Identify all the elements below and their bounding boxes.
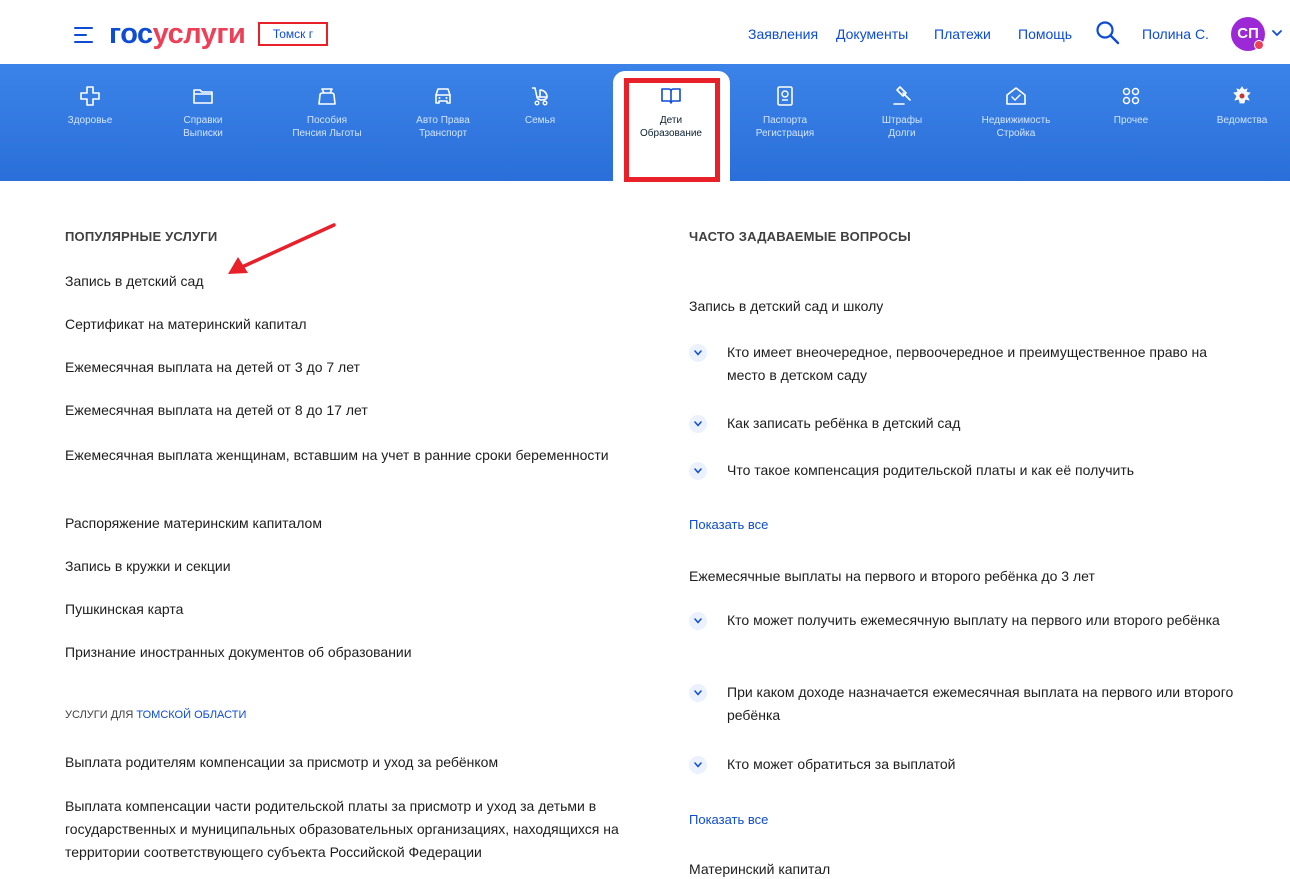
gosuslugi-logo[interactable]: госуслуги (109, 15, 246, 53)
service-capital-disposal[interactable]: Распоряжение материнским капиталом (65, 512, 625, 535)
faq-question[interactable]: Кто может обратиться за выплатой (689, 753, 1249, 776)
service-payment-8-17[interactable]: Ежемесячная выплата на детей от 8 до 17 … (65, 399, 625, 422)
user-name[interactable]: Полина С. (1142, 26, 1209, 42)
faq-question[interactable]: При каком доходе назначается ежемесячная… (689, 681, 1249, 727)
nav-payments[interactable]: Платежи (934, 26, 991, 42)
category-real-estate[interactable]: Недвижимость Стройка (966, 84, 1066, 140)
search-icon[interactable] (1095, 20, 1121, 46)
service-pushkin-card[interactable]: Пушкинская карта (65, 598, 625, 621)
service-foreign-docs[interactable]: Признание иностранных документов об обра… (65, 641, 625, 664)
service-payment-pregnancy[interactable]: Ежемесячная выплата женщинам, вставшим н… (65, 444, 625, 467)
faq-question[interactable]: Кто имеет внеочередное, первоочередное и… (689, 341, 1249, 387)
grid-icon (1122, 87, 1140, 105)
notification-dot (1254, 40, 1264, 50)
faq-question[interactable]: Что такое компенсация родительской платы… (689, 459, 1249, 482)
annotation-arrow (228, 223, 336, 274)
menu-icon[interactable] (74, 27, 93, 43)
chevron-down-icon[interactable] (1271, 28, 1283, 38)
show-all-link[interactable]: Показать все (689, 517, 768, 532)
chevron-down-icon[interactable] (689, 684, 707, 702)
regional-services-title: УСЛУГИ ДЛЯ ТОМСКОЙ ОБЛАСТИ (65, 709, 247, 721)
category-health[interactable]: Здоровье (40, 84, 140, 127)
top-header: госуслуги Томск г Заявления Документы Пл… (0, 0, 1290, 64)
service-clubs[interactable]: Запись в кружки и секции (65, 555, 625, 578)
faq-question[interactable]: Как записать ребёнка в детский сад (689, 412, 1249, 435)
chevron-down-icon[interactable] (689, 462, 707, 480)
service-kindergarten[interactable]: Запись в детский сад (65, 270, 625, 293)
nav-help[interactable]: Помощь (1018, 26, 1072, 42)
car-icon (435, 88, 451, 104)
category-children-education[interactable]: Дети Образование (621, 84, 721, 140)
faq-question[interactable]: Кто может получить ежемесячную выплату н… (689, 609, 1249, 632)
chevron-down-icon[interactable] (689, 612, 707, 630)
medical-cross-icon (80, 86, 100, 106)
folder-icon (193, 89, 213, 104)
wallet-icon (318, 88, 336, 105)
book-icon (661, 88, 681, 104)
service-payment-3-7[interactable]: Ежемесячная выплата на детей от 3 до 7 л… (65, 356, 625, 379)
show-all-link[interactable]: Показать все (689, 812, 768, 827)
category-other[interactable]: Прочее (1081, 84, 1181, 127)
category-benefits[interactable]: Пособия Пенсия Льготы (277, 84, 377, 140)
faq-group-monthly-payments: Ежемесячные выплаты на первого и второго… (689, 568, 1095, 584)
region-selector[interactable]: Томск г (258, 22, 328, 46)
chevron-down-icon[interactable] (689, 344, 707, 362)
service-regional-partial-compensation[interactable]: Выплата компенсации части родительской п… (65, 795, 625, 864)
faq-title: ЧАСТО ЗАДАВАЕМЫЕ ВОПРОСЫ (689, 229, 911, 244)
gavel-icon (893, 86, 911, 105)
stroller-icon (532, 87, 548, 106)
service-maternity-capital[interactable]: Сертификат на материнский капитал (65, 313, 625, 336)
faq-group-kindergarten: Запись в детский сад и школу (689, 298, 884, 314)
nav-applications[interactable]: Заявления (748, 26, 818, 42)
house-icon (1006, 87, 1026, 105)
faq-group-maternity-capital: Материнский капитал (689, 861, 831, 877)
service-regional-compensation[interactable]: Выплата родителям компенсации за присмот… (65, 751, 625, 774)
category-certificates[interactable]: Справки Выписки (153, 84, 253, 140)
emblem-icon (1233, 86, 1251, 104)
chevron-down-icon[interactable] (689, 756, 707, 774)
category-agencies[interactable]: Ведомства (1192, 84, 1290, 127)
category-passports[interactable]: Паспорта Регистрация (735, 84, 835, 140)
nav-documents[interactable]: Документы (836, 26, 908, 42)
category-auto[interactable]: Авто Права Транспорт (393, 84, 493, 140)
popular-services-title: ПОПУЛЯРНЫЕ УСЛУГИ (65, 229, 218, 244)
chevron-down-icon[interactable] (689, 415, 707, 433)
passport-icon (777, 86, 793, 106)
category-family[interactable]: Семья (490, 84, 590, 127)
category-fines[interactable]: Штрафы Долги (852, 84, 952, 140)
